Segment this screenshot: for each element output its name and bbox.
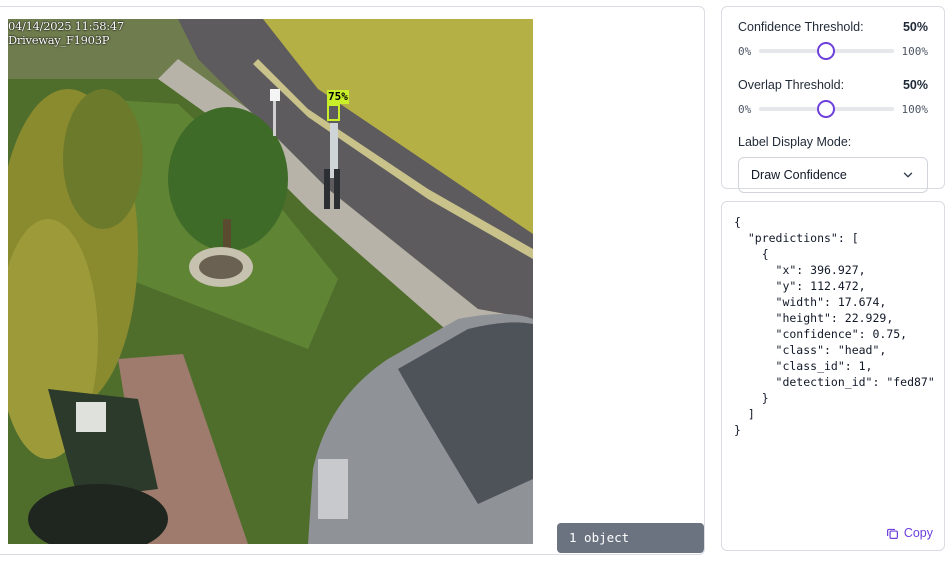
confidence-min-label: 0% [738,44,752,58]
camera-channel-name: Driveway_F19 [8,33,88,47]
overlap-header: Overlap Threshold: 50% [738,77,928,93]
overlap-min-label: 0% [738,102,752,116]
settings-card: Confidence Threshold: 50% 0% 100% Overla… [721,6,945,193]
detection-label: 75% [327,90,349,104]
confidence-slider-row: 0% 100% [738,39,928,63]
detection-box [327,104,340,121]
confidence-header: Confidence Threshold: 50% [738,19,928,35]
camera-channel: Driveway_F1903P [8,33,124,47]
label-mode-label: Label Display Mode: [738,135,852,149]
overlap-slider-row: 0% 100% [738,97,928,121]
json-output: { "predictions": [ { "x": 396.927, "y": … [734,215,934,437]
camera-image: 04/14/2025 11:58:47 Driveway_F1903P 75% [8,19,533,544]
overlap-max-label: 100% [901,102,929,116]
confidence-slider[interactable] [759,42,894,60]
copy-label: Copy [903,526,933,540]
json-output-card: { "predictions": [ { "x": 396.927, "y": … [721,201,945,551]
copy-icon [886,528,898,539]
overlap-label: Overlap Threshold: [738,78,845,92]
camera-scene [8,19,533,544]
overlap-value: 50% [902,78,928,92]
confidence-value: 50% [902,20,928,34]
image-panel: 04/14/2025 11:58:47 Driveway_F1903P 75% … [0,6,705,555]
label-mode-selected: Draw Confidence [751,168,847,182]
overlap-slider-thumb[interactable] [817,100,836,118]
label-mode-select[interactable]: Draw Confidence [738,157,928,193]
camera-overlay-text: 04/14/2025 11:58:47 Driveway_F1903P [8,19,124,47]
confidence-label: Confidence Threshold: [738,20,864,34]
camera-timestamp: 04/14/2025 11:58:47 [8,19,124,33]
chevron-down-icon [903,172,913,178]
camera-channel-suffix: 03P [87,33,110,47]
confidence-max-label: 100% [901,44,929,58]
copy-button[interactable]: Copy [886,526,933,540]
status-toast: 1 object detected [557,523,704,553]
confidence-slider-thumb[interactable] [817,42,836,60]
overlap-slider[interactable] [759,100,894,118]
